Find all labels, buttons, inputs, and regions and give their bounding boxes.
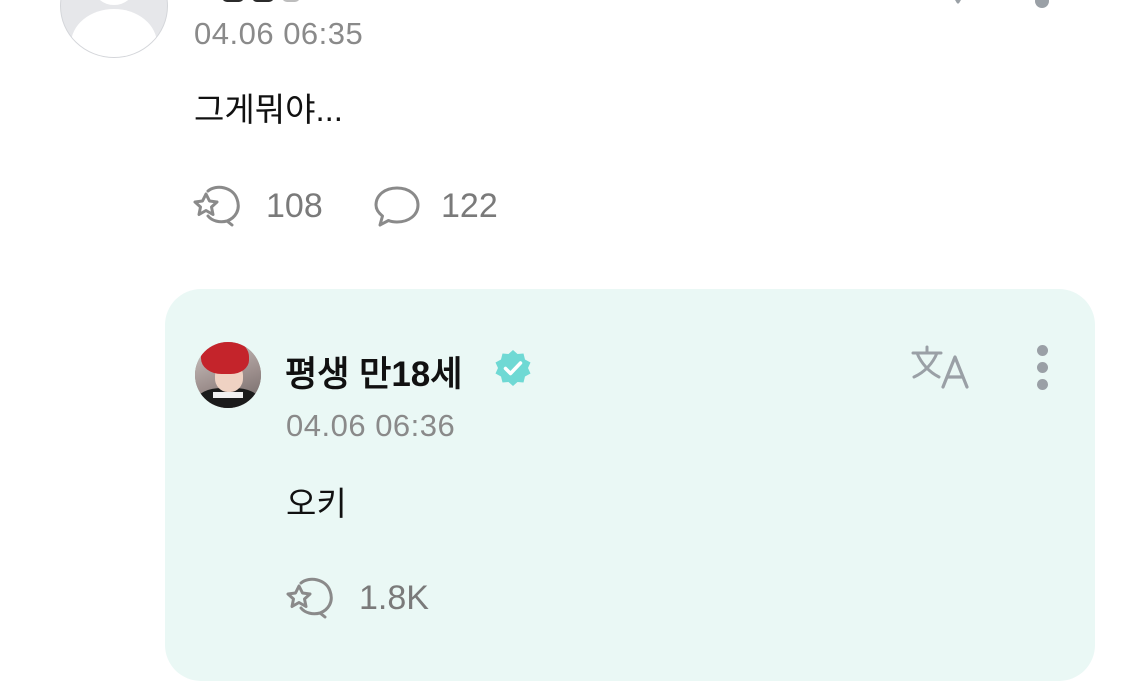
more-vertical-icon[interactable]	[1035, 345, 1049, 391]
more-dot	[1036, 379, 1048, 390]
more-dot	[1036, 362, 1048, 373]
avatar-placeholder-head	[94, 0, 134, 5]
avatar-photo-hair	[201, 342, 249, 374]
comment-timestamp: 04.06 06:36	[286, 408, 456, 443]
verified-badge-icon	[495, 350, 531, 386]
speech-bubble-icon	[374, 186, 420, 227]
author-name[interactable]: 평생 만18세	[285, 346, 462, 397]
avatar[interactable]	[195, 342, 261, 408]
like-count: 1.8K	[359, 578, 429, 617]
like-button[interactable]: 1.8K	[285, 577, 429, 619]
star-reaction-icon	[193, 185, 240, 227]
like-button[interactable]: 108	[192, 185, 323, 227]
avatar[interactable]	[60, 0, 168, 58]
more-vertical-icon[interactable]	[1035, 0, 1049, 8]
comment-timestamp: 04.06 06:35	[194, 16, 364, 51]
star-reaction-icon	[286, 577, 333, 619]
comment-text: 오키	[286, 485, 347, 522]
author-name-glyph	[222, 0, 244, 2]
more-dot	[1036, 345, 1048, 356]
author-name[interactable]	[222, 0, 300, 2]
reply-button[interactable]: 122	[373, 185, 498, 227]
translate-icon[interactable]	[911, 345, 973, 389]
author-name-glyph	[252, 0, 274, 2]
translate-icon[interactable]	[938, 0, 978, 6]
avatar-photo-collar	[213, 392, 243, 398]
reply-count: 122	[441, 186, 498, 225]
like-count: 108	[266, 186, 323, 225]
comment-text: 그게뭐야...	[194, 91, 343, 128]
avatar-placeholder-body	[71, 9, 157, 57]
author-name-glyph	[282, 0, 300, 2]
reply-card: 평생 만18세 04.06 06:36 오키 1.8K	[165, 289, 1095, 681]
